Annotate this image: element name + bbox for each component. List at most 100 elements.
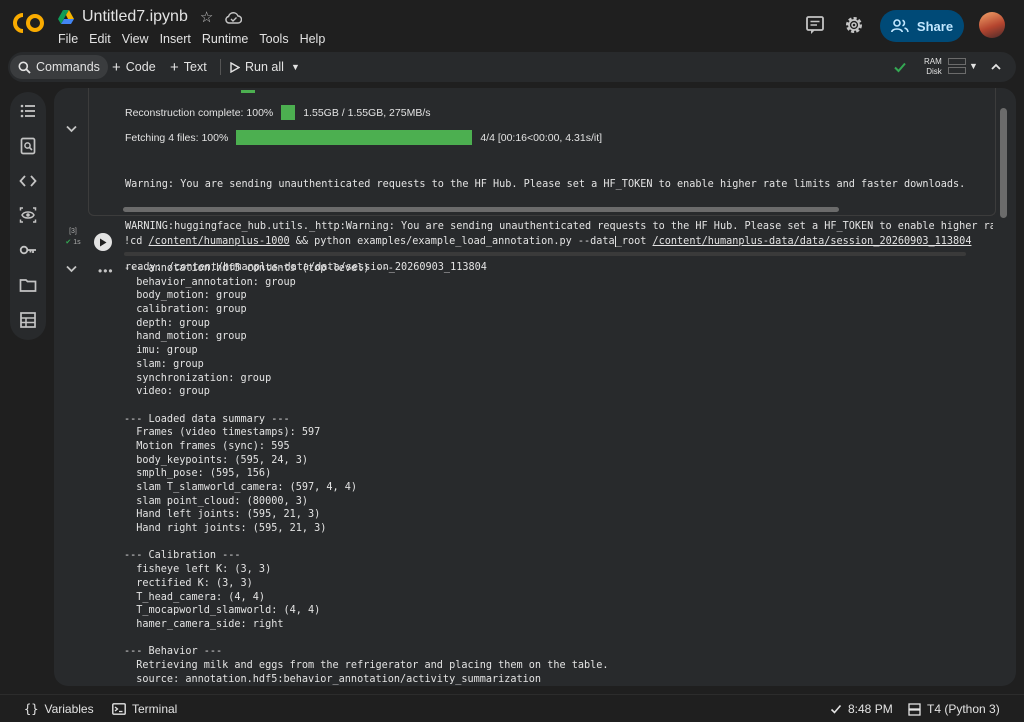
notebook-toolbar: Commands + Code + Text Run all ▼ RAM Dis… bbox=[8, 52, 1016, 82]
collapse-output-chevron-icon[interactable] bbox=[66, 265, 77, 273]
horizontal-scrollbar[interactable] bbox=[123, 207, 839, 212]
output-line: slam point_cloud: (80000, 3) bbox=[124, 495, 309, 507]
folder-icon[interactable] bbox=[19, 276, 37, 294]
notebook-area: Reconstruction complete: 100% 1.55GB / 1… bbox=[54, 88, 1016, 686]
output-line: Hand left joints: (595, 21, 3) bbox=[124, 509, 321, 521]
output-line: source: annotation.hdf5:behavior_annotat… bbox=[124, 673, 542, 685]
code-token: /content/humanplus-1000 bbox=[148, 236, 290, 247]
find-in-document-icon[interactable] bbox=[19, 137, 37, 155]
plus-icon: + bbox=[112, 58, 121, 76]
output-actions-icon[interactable]: ••• bbox=[98, 264, 114, 278]
output-line: --- Behavior --- bbox=[124, 646, 223, 658]
reconstruction-progress: Reconstruction complete: 100% 1.55GB / 1… bbox=[125, 105, 431, 120]
code-token: && python examples/example_load_annotati… bbox=[289, 236, 615, 247]
runtime-label: T4 (Python 3) bbox=[927, 702, 1000, 716]
terminal-button[interactable]: Terminal bbox=[112, 702, 177, 716]
run-cell-button[interactable] bbox=[94, 233, 112, 251]
vertical-scrollbar[interactable] bbox=[1000, 108, 1007, 218]
menu-insert[interactable]: Insert bbox=[160, 32, 191, 46]
data-table-icon[interactable] bbox=[19, 311, 37, 329]
output-line: slam T_slamworld_camera: (597, 4, 4) bbox=[124, 482, 358, 493]
code-label: Code bbox=[125, 60, 156, 74]
fetching-progress: Fetching 4 files: 100% 4/4 [00:16<00:00,… bbox=[125, 130, 602, 145]
share-button[interactable]: Share bbox=[880, 10, 964, 42]
caret-down-icon: ▼ bbox=[291, 62, 300, 72]
collapse-output-chevron-icon[interactable] bbox=[66, 125, 77, 133]
gear-icon[interactable] bbox=[843, 14, 865, 36]
comment-icon[interactable] bbox=[804, 14, 826, 36]
add-text-button[interactable]: + Text bbox=[170, 52, 207, 82]
output-line: Hand right joints: (595, 21, 3) bbox=[124, 523, 327, 535]
output-line: T_head_camera: (4, 4) bbox=[124, 591, 266, 603]
run-all-dropdown[interactable]: ▼ bbox=[291, 52, 300, 82]
output-line: Motion frames (sync): 595 bbox=[124, 440, 290, 452]
disk-label: Disk bbox=[926, 67, 942, 76]
output-line: --- Calibration --- bbox=[124, 550, 241, 562]
execution-info: [3] ✔ 1s bbox=[58, 228, 88, 246]
chevron-up-icon[interactable] bbox=[990, 61, 1002, 73]
terminal-icon bbox=[112, 703, 126, 715]
notebook-title[interactable]: Untitled7.ipynb bbox=[82, 8, 188, 26]
menu-file[interactable]: File bbox=[58, 32, 78, 46]
commands-button[interactable]: Commands bbox=[10, 55, 108, 79]
add-code-button[interactable]: + Code bbox=[112, 52, 156, 82]
output-line: hand_motion: group bbox=[124, 331, 247, 343]
menu-view[interactable]: View bbox=[122, 32, 149, 46]
fetching-progress-bar bbox=[236, 130, 473, 145]
output-line: hamer_camera_side: right bbox=[124, 618, 284, 630]
eye-icon[interactable] bbox=[19, 206, 37, 224]
cell-1-output: Reconstruction complete: 100% 1.55GB / 1… bbox=[88, 88, 996, 273]
plus-icon: + bbox=[170, 58, 179, 76]
code-token: /content/humanplus-data/data/session_202… bbox=[652, 236, 972, 247]
menu-tools[interactable]: Tools bbox=[259, 32, 288, 46]
key-icon[interactable] bbox=[19, 241, 37, 259]
output-line: synchronization: group bbox=[124, 372, 272, 384]
braces-icon: {} bbox=[24, 702, 39, 716]
progress-fragment bbox=[241, 90, 255, 93]
play-icon bbox=[100, 238, 107, 246]
check-icon bbox=[830, 704, 842, 714]
table-of-contents-icon[interactable] bbox=[19, 102, 37, 120]
ram-label: RAM bbox=[924, 57, 942, 66]
people-icon bbox=[890, 19, 909, 33]
output-line: Warning: You are sending unauthenticated… bbox=[125, 179, 966, 191]
star-icon[interactable]: ☆ bbox=[200, 10, 213, 25]
last-run-time[interactable]: 8:48 PM bbox=[830, 702, 893, 716]
output-line: smplh_pose: (595, 156) bbox=[124, 468, 272, 480]
code-input[interactable]: !cd /content/humanplus-1000 && python ex… bbox=[124, 235, 971, 249]
output-line: slam: group bbox=[124, 358, 204, 370]
variables-button[interactable]: {} Variables bbox=[24, 702, 94, 716]
menu-help[interactable]: Help bbox=[300, 32, 326, 46]
commands-label: Commands bbox=[36, 60, 100, 74]
output-line: video: group bbox=[124, 386, 210, 398]
reconstruction-label: Reconstruction complete: 100% bbox=[125, 106, 274, 119]
left-rail bbox=[10, 92, 46, 340]
code-snippets-icon[interactable] bbox=[19, 172, 37, 190]
run-all-button[interactable]: Run all bbox=[230, 52, 284, 82]
menu-edit[interactable]: Edit bbox=[89, 32, 111, 46]
search-icon bbox=[18, 61, 31, 74]
output-line: Retrieving milk and eggs from the refrig… bbox=[124, 659, 609, 671]
runtime-dropdown-icon[interactable]: ▼ bbox=[969, 61, 978, 71]
reconstruction-progress-bar bbox=[281, 105, 296, 120]
cloud-saved-icon[interactable] bbox=[225, 11, 243, 24]
status-bar: {} Variables Terminal 8:48 PM T4 (Python… bbox=[0, 694, 1024, 722]
fetching-stats: 4/4 [00:16<00:00, 4.31s/it] bbox=[480, 131, 603, 144]
avatar[interactable] bbox=[979, 12, 1005, 38]
runtime-indicator[interactable]: T4 (Python 3) bbox=[908, 702, 1000, 716]
reconstruction-stats: 1.55GB / 1.55GB, 275MB/s bbox=[303, 106, 431, 119]
output-line: body_motion: group bbox=[124, 290, 247, 302]
code-scrollbar[interactable] bbox=[124, 252, 966, 256]
top-bar: Untitled7.ipynb ☆ File Edit View Insert … bbox=[0, 0, 1024, 52]
output-line: --- Loaded data summary --- bbox=[124, 413, 290, 425]
output-line: behavior_annotation: group bbox=[124, 276, 296, 288]
colab-logo[interactable] bbox=[12, 11, 46, 35]
ram-disk-indicator[interactable]: RAM Disk bbox=[924, 57, 942, 77]
output-line: calibration: group bbox=[124, 304, 247, 316]
menu-runtime[interactable]: Runtime bbox=[202, 32, 249, 46]
server-icon bbox=[908, 702, 921, 716]
menu-bar: File Edit View Insert Runtime Tools Help bbox=[58, 32, 336, 46]
